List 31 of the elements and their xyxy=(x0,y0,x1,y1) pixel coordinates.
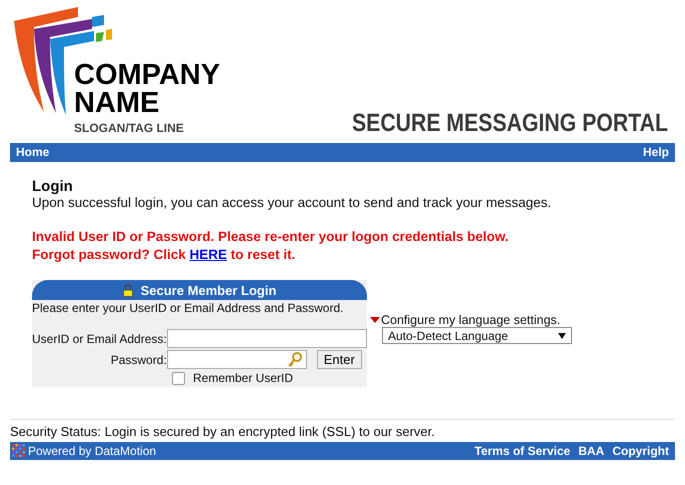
key-icon xyxy=(288,352,302,368)
intro-text: Upon successful login, you can access your account to send and track your messages. xyxy=(32,195,552,210)
company-name: COMPANY xyxy=(74,61,220,89)
language-select[interactable]: Auto-Detect Language xyxy=(382,327,572,344)
slogan: SLOGAN/TAG LINE xyxy=(74,121,185,135)
remember-label: Remember UserID xyxy=(193,371,294,385)
portal-title: SECURE MESSAGING PORTAL xyxy=(352,109,670,139)
security-status: Security Status: Login is secured by an encrypted link (SSL) to our server. xyxy=(10,423,436,441)
login-heading: Login xyxy=(32,178,74,195)
lock-icon xyxy=(122,284,133,296)
password-field[interactable] xyxy=(166,350,307,369)
language-label: Configure my language settings. xyxy=(381,313,560,327)
footer-link[interactable]: BAA xyxy=(578,444,604,458)
help-link[interactable]: Help xyxy=(642,145,669,160)
enter-button[interactable]: Enter xyxy=(316,350,362,369)
caret-icon xyxy=(558,332,566,338)
userid-label: UserID or Email Address: xyxy=(32,332,167,346)
forgot-password-text: Forgot password? Click HERE to reset it. xyxy=(32,246,296,264)
reset-link[interactable]: HERE xyxy=(190,247,228,262)
panel-title: Secure Member Login xyxy=(140,282,276,298)
instructions-text: Please enter your UserID or Email Address and Password. xyxy=(32,300,344,315)
powered-by-text: Powered by DataMotion xyxy=(28,444,156,458)
home-link[interactable]: Home xyxy=(16,145,50,160)
footer-link[interactable]: Terms of Service xyxy=(474,444,570,458)
company-name: NAME xyxy=(74,89,160,117)
remember-checkbox[interactable] xyxy=(172,372,185,384)
dots-logo-icon xyxy=(12,444,26,458)
footer-link[interactable]: Copyright xyxy=(612,444,669,458)
error-message: Invalid User ID or Password. Please re-enter your logon credentials below. xyxy=(32,228,510,246)
password-label: Password: xyxy=(110,352,167,366)
userid-field[interactable] xyxy=(166,329,367,348)
